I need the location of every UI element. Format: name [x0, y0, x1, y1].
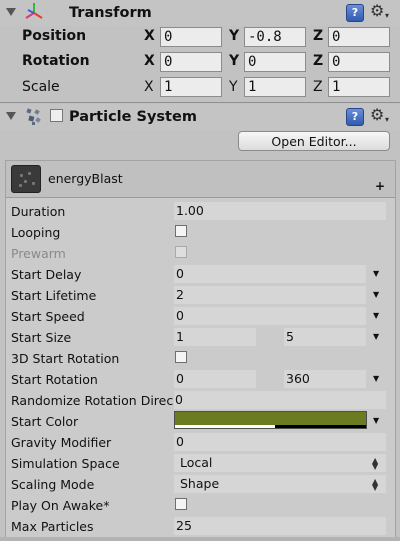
- rotation-y-axis-label[interactable]: Y: [229, 53, 239, 69]
- add-module-plus-icon[interactable]: +: [375, 179, 385, 193]
- scaling-mode-updown-icon[interactable]: ▲ ▼: [372, 478, 378, 492]
- particle-system-enable-checkbox[interactable]: [50, 109, 63, 122]
- prewarm-checkbox: [175, 246, 187, 258]
- prewarm-label: Prewarm: [11, 246, 66, 261]
- duration-label: Duration: [11, 204, 66, 219]
- position-x-axis-label[interactable]: X: [144, 28, 155, 44]
- start-rotation-dropdown-caret-icon[interactable]: ▼: [373, 374, 379, 383]
- help-icon[interactable]: ?: [346, 4, 364, 22]
- scale-y-axis-label[interactable]: Y: [229, 79, 238, 95]
- simulation-space-updown-icon[interactable]: ▲ ▼: [372, 457, 378, 471]
- scale-y-field[interactable]: 1: [244, 77, 306, 97]
- start-color-label: Start Color: [11, 414, 79, 429]
- start-lifetime-dropdown-caret-icon[interactable]: ▼: [373, 290, 379, 299]
- scaling-mode-label: Scaling Mode: [11, 477, 95, 492]
- transform-header[interactable]: Transform ? ⚙ ▾: [0, 0, 400, 26]
- start-delay-dropdown-caret-icon[interactable]: ▼: [373, 269, 379, 278]
- particle-system-icon: [26, 108, 41, 125]
- particle-preview-icon: [11, 165, 41, 193]
- particle-system-title: Particle System: [69, 109, 197, 125]
- transform-foldout-icon[interactable]: [6, 8, 16, 16]
- rotation-z-field[interactable]: 0: [328, 52, 390, 72]
- start-color-dropdown-caret-icon[interactable]: ▼: [373, 416, 379, 425]
- max-particles-label: Max Particles: [11, 519, 94, 534]
- start-speed-field[interactable]: 0: [174, 307, 366, 325]
- gravity-modifier-label: Gravity Modifier: [11, 435, 112, 450]
- looping-label: Looping: [11, 225, 61, 240]
- open-editor-button[interactable]: Open Editor...: [238, 131, 390, 151]
- gear-dropdown-caret-icon[interactable]: ▾: [385, 115, 389, 124]
- rotation-z-axis-label[interactable]: Z: [313, 53, 323, 69]
- play-on-awake-checkbox[interactable]: [175, 498, 187, 510]
- start-rotation-3d-checkbox[interactable]: [175, 351, 187, 363]
- position-z-field[interactable]: 0: [328, 27, 390, 47]
- rotation-x-field[interactable]: 0: [160, 52, 222, 72]
- start-color-alpha-bar: [175, 425, 275, 428]
- scale-x-axis-label[interactable]: X: [144, 79, 154, 95]
- transform-title: Transform: [69, 5, 152, 21]
- position-x-field[interactable]: 0: [160, 27, 222, 47]
- particle-system-header[interactable]: Particle System ? ⚙ ▾: [0, 104, 400, 130]
- module-name: energyBlast: [48, 171, 123, 186]
- scale-label: Scale: [22, 79, 60, 95]
- particle-system-foldout-icon[interactable]: [6, 112, 16, 120]
- simulation-space-label: Simulation Space: [11, 456, 120, 471]
- transform-axes-icon: [25, 3, 43, 19]
- simulation-space-select[interactable]: Local: [174, 454, 386, 472]
- max-particles-field[interactable]: 25: [174, 517, 386, 535]
- start-delay-field[interactable]: 0: [174, 265, 366, 283]
- start-speed-dropdown-caret-icon[interactable]: ▼: [373, 311, 379, 320]
- start-delay-label: Start Delay: [11, 267, 82, 282]
- scaling-mode-select[interactable]: Shape: [174, 475, 386, 493]
- start-lifetime-label: Start Lifetime: [11, 288, 97, 303]
- start-size-dropdown-caret-icon[interactable]: ▼: [373, 332, 379, 341]
- panel-bottom-edge: [0, 537, 400, 541]
- randomize-rotation-field[interactable]: 0: [174, 391, 386, 409]
- position-y-axis-label[interactable]: Y: [229, 28, 239, 44]
- start-rotation-3d-label: 3D Start Rotation: [11, 351, 120, 366]
- gear-icon[interactable]: ⚙: [370, 107, 384, 123]
- component-divider: [0, 102, 400, 103]
- help-icon[interactable]: ?: [346, 108, 364, 126]
- scale-z-axis-label[interactable]: Z: [313, 79, 323, 95]
- gear-dropdown-caret-icon[interactable]: ▾: [385, 11, 389, 20]
- start-rotation-label: Start Rotation: [11, 372, 98, 387]
- start-size-label: Start Size: [11, 330, 72, 345]
- position-label: Position: [22, 28, 87, 44]
- play-on-awake-label: Play On Awake*: [11, 498, 110, 513]
- scale-z-field[interactable]: 1: [328, 77, 390, 97]
- looping-checkbox[interactable]: [175, 225, 187, 237]
- rotation-label: Rotation: [22, 53, 90, 69]
- start-color-alpha-bar-remainder: [275, 425, 366, 428]
- randomize-rotation-label: Randomize Rotation Direc: [11, 393, 174, 408]
- position-y-field[interactable]: -0.8: [244, 27, 306, 47]
- scale-x-field[interactable]: 1: [160, 77, 222, 97]
- start-speed-label: Start Speed: [11, 309, 85, 324]
- start-size-max-field[interactable]: 5: [284, 328, 366, 346]
- gravity-modifier-field[interactable]: 0: [174, 433, 386, 451]
- rotation-x-axis-label[interactable]: X: [144, 53, 155, 69]
- start-size-min-field[interactable]: 1: [174, 328, 256, 346]
- start-rotation-max-field[interactable]: 360: [284, 370, 366, 388]
- start-rotation-min-field[interactable]: 0: [174, 370, 256, 388]
- rotation-y-field[interactable]: 0: [244, 52, 306, 72]
- position-z-axis-label[interactable]: Z: [313, 28, 323, 44]
- gear-icon[interactable]: ⚙: [370, 3, 384, 19]
- duration-field[interactable]: 1.00: [174, 202, 386, 220]
- start-lifetime-field[interactable]: 2: [174, 286, 366, 304]
